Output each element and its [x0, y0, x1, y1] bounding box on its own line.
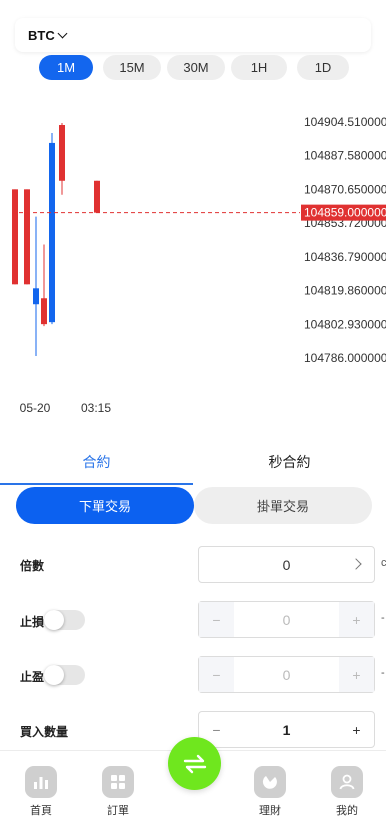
candle-body: [59, 125, 65, 181]
x-tick-label: 03:15: [81, 401, 111, 415]
nav-home-label: 首頁: [30, 805, 52, 817]
candle-body: [41, 298, 47, 325]
y-tick-label: 104904.5100000: [304, 115, 386, 129]
y-tick-label: 104836.7900000: [304, 250, 386, 264]
leverage-label: 倍數: [20, 559, 45, 573]
stop-loss-stepper[interactable]: − 0 +: [198, 601, 375, 638]
y-tick-label: 104802.9300000: [304, 317, 386, 331]
y-tick-label: 104887.5800000: [304, 149, 386, 163]
leverage-value: 0: [282, 556, 291, 573]
symbol-selector[interactable]: BTC: [15, 18, 371, 52]
chart-bars-icon: [25, 766, 57, 798]
nav-home[interactable]: 首頁: [21, 766, 61, 818]
timeframe-30m[interactable]: 30M: [167, 55, 225, 80]
stop-loss-minus-button[interactable]: −: [199, 602, 234, 637]
grid-icon: [102, 766, 134, 798]
take-profit-value[interactable]: 0: [234, 657, 339, 692]
y-tick-label: 104870.6500000: [304, 182, 386, 196]
price-chart[interactable]: 104904.5100000 104887.5800000 104870.65000…: [0, 100, 386, 420]
quantity-label: 買入數量: [20, 725, 69, 739]
quantity-stepper[interactable]: − 1 +: [198, 711, 375, 748]
take-profit-toggle[interactable]: [44, 665, 85, 685]
take-profit-minus-button[interactable]: −: [199, 657, 234, 692]
stop-loss-value[interactable]: 0: [234, 602, 339, 637]
nav-mine[interactable]: 我的: [327, 766, 367, 818]
take-profit-stepper[interactable]: − 0 +: [198, 656, 375, 693]
nav-finance-label: 理財: [259, 805, 281, 817]
take-profit-label: 止盈: [20, 670, 45, 684]
timeframe-15m[interactable]: 15M: [103, 55, 161, 80]
stop-loss-label: 止損: [20, 615, 45, 629]
timeframe-1m[interactable]: 1M: [39, 55, 93, 80]
market-order-button[interactable]: 下單交易: [16, 487, 194, 524]
active-tab-indicator: [0, 483, 193, 485]
stop-loss-edge-mark: -: [381, 612, 385, 624]
timeframe-1d[interactable]: 1D: [297, 55, 349, 80]
quantity-plus-button[interactable]: +: [339, 712, 374, 747]
take-profit-edge-mark: -: [381, 667, 385, 679]
stop-loss-toggle[interactable]: [44, 610, 85, 630]
leverage-select[interactable]: 0: [198, 546, 375, 583]
symbol-label: BTC: [28, 27, 55, 43]
toggle-knob: [44, 610, 64, 630]
nav-orders-label: 訂單: [107, 805, 129, 817]
x-tick-label: 05-20: [20, 401, 51, 415]
tab-contract[interactable]: 合約: [0, 437, 193, 487]
quantity-value[interactable]: 1: [234, 712, 339, 747]
nav-mine-label: 我的: [336, 805, 358, 817]
stop-loss-plus-button[interactable]: +: [339, 602, 374, 637]
take-profit-plus-button[interactable]: +: [339, 657, 374, 692]
limit-order-button[interactable]: 掛單交易: [194, 487, 372, 524]
tab-second-contract[interactable]: 秒合約: [193, 437, 386, 487]
candle-body: [49, 142, 55, 323]
leverage-edge-mark: c: [381, 557, 386, 569]
contract-tabs: 合約 秒合約: [0, 437, 386, 487]
y-tick-label: 104819.8600000: [304, 284, 386, 298]
chevron-down-icon: [57, 28, 68, 38]
candle-body: [94, 180, 100, 213]
candle-body: [24, 189, 30, 285]
nav-finance[interactable]: 理財: [250, 766, 290, 818]
toggle-knob: [44, 665, 64, 685]
user-icon: [331, 766, 363, 798]
swap-arrows-icon: [183, 754, 206, 773]
trade-swap-button[interactable]: [168, 737, 221, 790]
current-price-label: 104859.0000000: [304, 206, 386, 220]
clock-icon: [254, 766, 286, 798]
y-tick-label: 104786.0000000: [304, 351, 386, 365]
timeframe-1h[interactable]: 1H: [231, 55, 287, 80]
nav-orders[interactable]: 訂單: [98, 766, 138, 818]
candle-body: [12, 189, 18, 285]
candle-body: [33, 288, 39, 305]
